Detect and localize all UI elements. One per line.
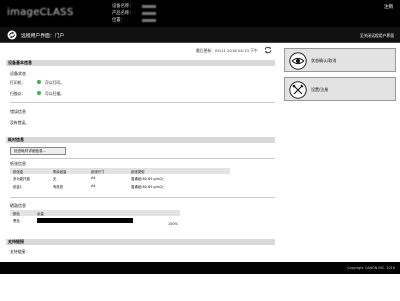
consumables-info-header: 耗材信息 [6,137,275,143]
toner-level-percent: 100% [168,222,178,226]
divider [10,102,275,103]
table-cell: 无 [53,176,57,181]
device-name-label: 设备名称： [112,4,134,9]
error-info-value: 没有错误。 [10,120,29,125]
settings-label: 设置/注册 [311,87,329,92]
logout-link[interactable]: 注销 [384,4,393,10]
printer-status: 可以打印。 [45,80,64,85]
paper-info-table: 纸张盒 剩余纸量 纸张尺寸 纸张类型 多功能托盘 无 A4 普通纸(60-89 … [10,168,230,190]
device-info: 设备名称： 产品名称： 位置： [112,3,156,24]
settings-registration-button[interactable]: 设置/注册 [284,77,396,101]
toner-info-table: 颜色 余量 黑色 [10,210,180,225]
remote-ui-icon [7,30,17,40]
main-content: 最后更新：05/11 2018 04:13 下午 设备基本信息 设备状态 打印机… [0,43,400,258]
product-name-label: 产品名称： [112,11,134,16]
settings-tools-icon [289,81,307,99]
copyright: Copyright CANON INC. 2016 [347,266,395,270]
last-updated: 最后更新：05/11 2018 04:13 下午 [196,48,258,53]
support-link[interactable]: 支持链接： [10,249,29,255]
device-basic-info-header: 设备基本信息 [6,60,275,66]
table-cell: 普通纸(60-89 g/m2) [131,184,164,189]
table-row: 纸盒1 有纸张 A4 普通纸(60-89 g/m2) [10,182,230,190]
close-remote-ui-link[interactable]: 至关闭远程用户界面 [360,33,394,39]
table-cell: A4 [91,176,96,180]
product-name-value [142,12,156,15]
printer-status-icon [37,80,41,84]
toner-level-cell [34,216,180,225]
location-label: 位置： [112,18,125,23]
scanner-status-icon [37,91,41,95]
eye-icon [289,52,307,70]
table-cell: 普通纸(60-89 g/m2) [131,176,164,181]
portal-title-bar: 远程用户界面：门户 至关闭远程用户界面 [0,27,400,43]
table-cell: 有纸张 [53,184,64,189]
toner-color: 黑色 [13,219,20,223]
error-info-heading: 错误信息 [10,109,26,114]
toner-level-bar [37,218,133,223]
top-header: imageCLASS 设备名称： 产品名称： 位置： 注销 [0,0,400,27]
scanner-status: 可以扫描。 [45,91,64,96]
divider [10,197,275,198]
check-consumables-button[interactable]: 检查耗材详细信息... [10,147,66,155]
device-status-heading: 设备状态 [10,71,26,76]
status-monitor-label: 状态确认/取消 [311,58,337,63]
printer-label: 打印机： [10,80,26,85]
footer: Copyright CANON INC. 2016 [0,262,400,274]
status-monitor-cancel-button[interactable]: 状态确认/取消 [284,48,396,72]
toner-info-heading: 硒鼓信息 [10,203,26,208]
paper-info-heading: 纸张信息 [10,161,26,166]
table-row: 多功能托盘 无 A4 普通纸(60-89 g/m2) [10,174,230,182]
table-cell: A4 [91,184,96,188]
table-cell: 纸盒1 [13,184,22,189]
divider [10,158,275,159]
refresh-icon[interactable] [264,46,272,54]
location-value [142,19,156,22]
support-links-header: 支持链接 [6,239,275,245]
table-cell: 多功能托盘 [13,176,30,181]
scanner-label: 扫描仪： [10,91,26,96]
device-name-value [142,5,156,8]
page-title: 远程用户界面：门户 [21,34,65,39]
brand-logo: imageCLASS [7,7,74,18]
table-row: 黑色 [10,216,180,225]
